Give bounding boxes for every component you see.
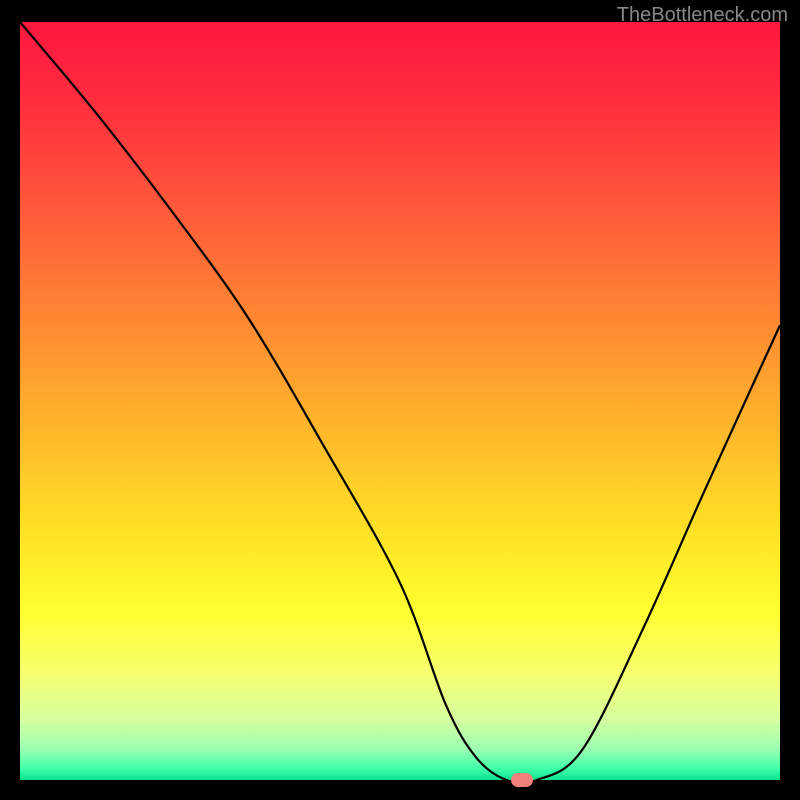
plot-area xyxy=(20,22,780,780)
watermark-text: TheBottleneck.com xyxy=(617,4,788,27)
optimal-marker xyxy=(511,773,533,787)
curve-layer xyxy=(20,22,780,780)
bottleneck-curve xyxy=(20,22,780,780)
